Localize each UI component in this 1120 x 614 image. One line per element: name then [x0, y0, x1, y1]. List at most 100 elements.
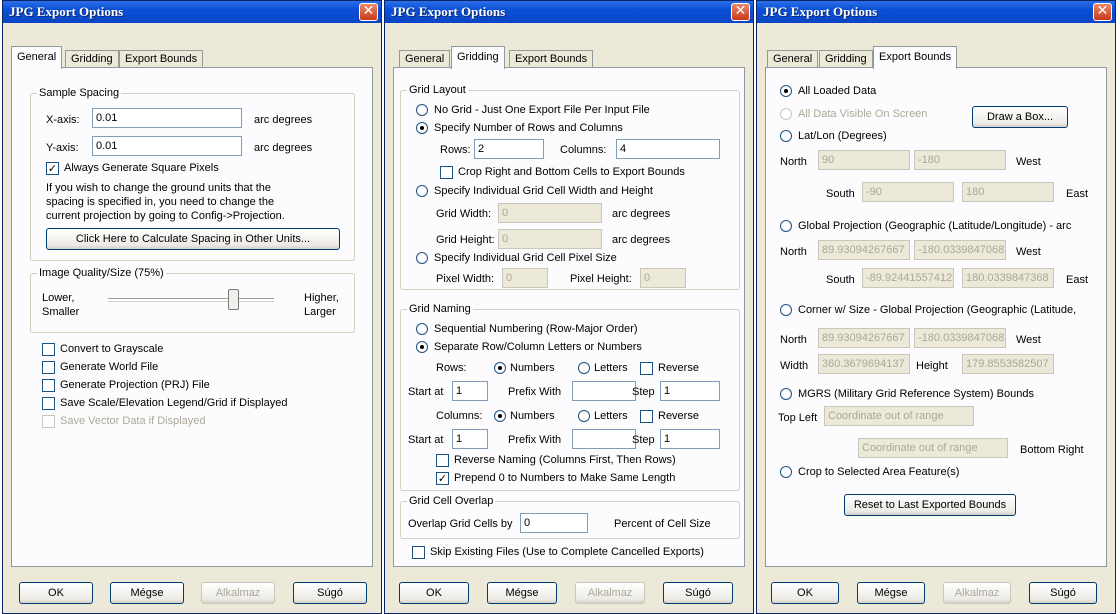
global-east-input[interactable]: 180.0339847368: [962, 268, 1054, 288]
close-button[interactable]: ✕: [1093, 3, 1112, 21]
column-start-input[interactable]: 1: [452, 429, 488, 449]
latlon-west-label: West: [1016, 156, 1041, 168]
apply-button[interactable]: Alkalmaz: [201, 582, 275, 604]
x-axis-input[interactable]: 0.01: [92, 108, 242, 128]
help-button[interactable]: Súgó: [1029, 582, 1097, 604]
option-checkbox[interactable]: [42, 415, 55, 428]
quality-slider-track[interactable]: [108, 298, 274, 301]
naming-rows-label: Rows:: [436, 362, 467, 374]
mgrs-radio[interactable]: [780, 388, 792, 400]
tab-panel: Sample Spacing X-axis: 0.01 arc degrees …: [11, 67, 373, 567]
tab-gridding[interactable]: Gridding: [451, 46, 505, 69]
ok-button[interactable]: OK: [771, 582, 839, 604]
sequential-numbering-radio[interactable]: [416, 323, 428, 335]
dialog-footer: OK Mégse Alkalmaz Súgó: [385, 573, 753, 613]
draw-box-button[interactable]: Draw a Box...: [972, 106, 1068, 128]
top-left-input[interactable]: Coordinate out of range: [824, 406, 974, 426]
pixel-size-radio[interactable]: [416, 252, 428, 264]
cancel-button[interactable]: Mégse: [857, 582, 925, 604]
apply-button[interactable]: Alkalmaz: [575, 582, 645, 604]
calculate-spacing-button[interactable]: Click Here to Calculate Spacing in Other…: [46, 228, 340, 250]
quality-slider-thumb[interactable]: [227, 289, 239, 310]
global-west-input[interactable]: -180.03398470681: [914, 240, 1006, 260]
help-button[interactable]: Súgó: [663, 582, 733, 604]
tab-export-bounds[interactable]: Export Bounds: [119, 50, 204, 68]
ok-button[interactable]: OK: [19, 582, 93, 604]
option-checkbox[interactable]: [42, 361, 55, 374]
global-projection-radio[interactable]: [780, 220, 792, 232]
latlon-east-input[interactable]: 180: [962, 182, 1054, 202]
grid-width-input[interactable]: 0: [498, 203, 602, 223]
corner-north-input[interactable]: 89.93094267667: [818, 328, 910, 348]
prepend-zero-label: Prepend 0 to Numbers to Make Same Length: [454, 472, 676, 484]
crop-cells-label: Crop Right and Bottom Cells to Export Bo…: [458, 166, 685, 178]
latlon-north-input[interactable]: 90: [818, 150, 910, 170]
tab-general[interactable]: General: [767, 50, 819, 68]
global-north-input[interactable]: 89.93094267667: [818, 240, 910, 260]
tab-general[interactable]: General: [11, 46, 63, 69]
rows-numbers-radio[interactable]: [494, 362, 506, 374]
square-pixels-checkbox[interactable]: ✓: [46, 162, 59, 175]
overlap-input[interactable]: 0: [520, 513, 588, 533]
mgrs-label: MGRS (Military Grid Reference System) Bo…: [798, 388, 1034, 400]
columns-letters-radio[interactable]: [578, 410, 590, 422]
latlon-south-input[interactable]: -90: [862, 182, 954, 202]
columns-reverse-checkbox[interactable]: [640, 410, 653, 423]
separate-naming-radio[interactable]: [416, 341, 428, 353]
corner-height-input[interactable]: 179.8553582507: [962, 354, 1054, 374]
pixel-width-input[interactable]: 0: [502, 268, 548, 288]
reverse-naming-checkbox[interactable]: [436, 454, 449, 467]
global-south-input[interactable]: -89.92441557412: [862, 268, 954, 288]
option-checkbox[interactable]: [42, 343, 55, 356]
tab-gridding[interactable]: Gridding: [819, 50, 873, 68]
pixel-height-input[interactable]: 0: [640, 268, 686, 288]
row-prefix-input[interactable]: [572, 381, 636, 401]
close-button[interactable]: ✕: [359, 3, 378, 21]
bottom-right-input[interactable]: Coordinate out of range: [858, 438, 1008, 458]
rows-letters-radio[interactable]: [578, 362, 590, 374]
crop-area-radio[interactable]: [780, 466, 792, 478]
cancel-button[interactable]: Mégse: [110, 582, 184, 604]
title-bar: JPG Export Options: [757, 1, 1115, 23]
latlon-west-input[interactable]: -180: [914, 150, 1006, 170]
column-step-input[interactable]: 1: [660, 429, 720, 449]
option-checkbox[interactable]: [42, 379, 55, 392]
reset-bounds-button[interactable]: Reset to Last Exported Bounds: [844, 494, 1016, 516]
dialog-title: JPG Export Options: [763, 4, 878, 19]
option-checkbox[interactable]: [42, 397, 55, 410]
tab-export-bounds[interactable]: Export Bounds: [509, 50, 594, 68]
corner-width-input[interactable]: 360.3679694137: [818, 354, 910, 374]
crop-cells-checkbox[interactable]: [440, 166, 453, 179]
columns-numbers-radio[interactable]: [494, 410, 506, 422]
corner-west-input[interactable]: -180.03398470681: [914, 328, 1006, 348]
tab-gridding[interactable]: Gridding: [65, 50, 119, 68]
prepend-zero-checkbox[interactable]: ✓: [436, 472, 449, 485]
row-start-input[interactable]: 1: [452, 381, 488, 401]
tab-general[interactable]: General: [399, 50, 451, 68]
rows-reverse-checkbox[interactable]: [640, 362, 653, 375]
grid-height-input[interactable]: 0: [498, 229, 602, 249]
cancel-button[interactable]: Mégse: [487, 582, 557, 604]
help-button[interactable]: Súgó: [293, 582, 367, 604]
all-visible-label: All Data Visible On Screen: [798, 108, 928, 120]
latlon-radio[interactable]: [780, 130, 792, 142]
ok-button[interactable]: OK: [399, 582, 469, 604]
y-axis-label: Y-axis:: [46, 142, 79, 154]
rows-columns-radio[interactable]: [416, 122, 428, 134]
columns-input[interactable]: 4: [616, 139, 720, 159]
all-visible-radio[interactable]: [780, 108, 792, 120]
close-button[interactable]: ✕: [731, 3, 750, 21]
cell-size-radio[interactable]: [416, 185, 428, 197]
tab-export-bounds[interactable]: Export Bounds: [873, 46, 958, 69]
apply-button[interactable]: Alkalmaz: [943, 582, 1011, 604]
spacing-note-line-3: current projection by going to Config->P…: [46, 210, 285, 222]
column-prefix-input[interactable]: [572, 429, 636, 449]
skip-existing-checkbox[interactable]: [412, 546, 425, 559]
all-loaded-radio[interactable]: [780, 85, 792, 97]
y-axis-input[interactable]: 0.01: [92, 136, 242, 156]
row-step-input[interactable]: 1: [660, 381, 720, 401]
x-axis-unit: arc degrees: [254, 114, 313, 126]
no-grid-radio[interactable]: [416, 104, 428, 116]
corner-size-radio[interactable]: [780, 304, 792, 316]
rows-input[interactable]: 2: [474, 139, 544, 159]
